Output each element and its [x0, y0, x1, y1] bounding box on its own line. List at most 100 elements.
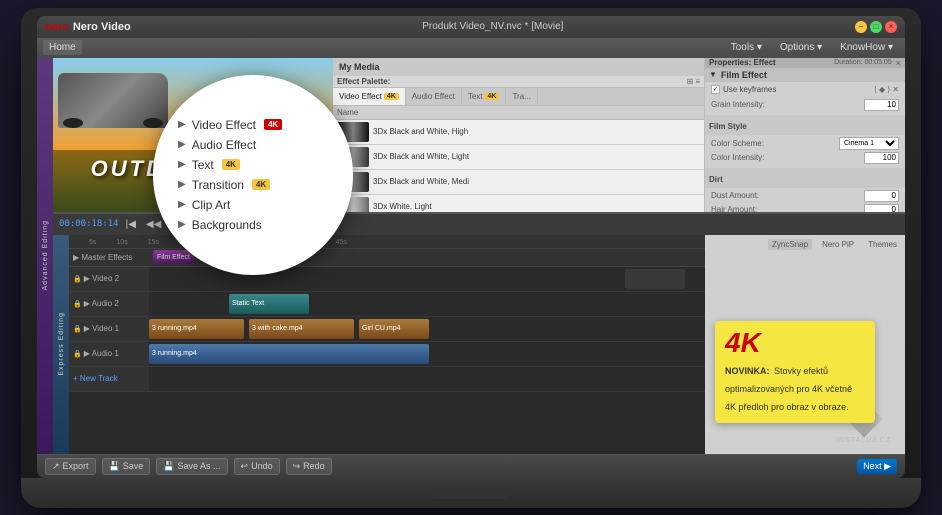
track-video-1: 🔒 ▶ Video 1 3 running.mp4 3 with c	[69, 317, 705, 342]
grain-label: Grain Intensity:	[711, 100, 864, 109]
my-media-panel: My Media Effect Palette: ⊞ ≡	[333, 58, 705, 212]
effect-palette-label: Effect Palette:	[337, 77, 390, 86]
dirt-content: Dust Amount: Hair Amount: Stain Amount:	[705, 188, 905, 212]
dust-label: Dust Amount:	[711, 191, 864, 200]
props-close-icon[interactable]: ×	[896, 58, 901, 68]
play-back-btn[interactable]: ◀◀	[143, 217, 164, 232]
my-media-header: My Media	[333, 58, 704, 76]
circle-menu-transition[interactable]: ▶ Transition 4K	[178, 175, 328, 195]
circle-menu-text[interactable]: ▶ Text 4K	[178, 155, 328, 175]
hair-input[interactable]	[864, 204, 899, 212]
next-button[interactable]: Next ▶	[857, 459, 897, 474]
collapse-icon: ▼	[709, 70, 717, 79]
keyframes-label: Use keyframes	[723, 85, 776, 94]
tab-text[interactable]: Text 4K	[462, 88, 507, 105]
track-video-1-body: 3 running.mp4 3 with cake.mp4 Girl CU.mp…	[149, 317, 705, 341]
color-intensity-input[interactable]	[864, 152, 899, 164]
list-view-icon[interactable]: ≡	[695, 77, 700, 86]
color-scheme-label: Color Scheme:	[711, 139, 839, 148]
minimize-button[interactable]: −	[855, 21, 867, 33]
effect-name-4: 3Dx White, Light	[373, 202, 700, 211]
nero-pip-tab[interactable]: Nero PiP	[818, 239, 858, 250]
circle-menu-clipart[interactable]: ▶ Clip Art	[178, 195, 328, 215]
tracks-container: 🔒 ▶ Video 2	[69, 267, 705, 454]
redo-label: Redo	[303, 461, 325, 471]
clip-cake[interactable]: 3 with cake.mp4	[249, 319, 354, 339]
panel-action-icons: ⊞ ≡	[687, 77, 700, 86]
close-button[interactable]: ×	[885, 21, 897, 33]
express-editing-sidebar: Express Editing	[53, 235, 69, 454]
grain-row: Grain Intensity:	[705, 97, 905, 115]
film-effect-clip[interactable]: Film Effect	[153, 250, 194, 264]
tab-text-label: Text	[468, 92, 483, 101]
track-audio-1-body: 3 running.mp4	[149, 342, 705, 366]
keyframe-btn-4[interactable]: ✕	[892, 85, 899, 94]
app-name: Nero Video	[73, 21, 131, 33]
grid-view-icon[interactable]: ⊞	[687, 77, 694, 86]
maximize-button[interactable]: □	[870, 21, 882, 33]
effect-item-3[interactable]: 3Dx Black and White, Medi	[333, 170, 704, 195]
circle-menu-video-effect[interactable]: ▶ Video Effect 4K	[178, 115, 328, 135]
keyframe-btn-3[interactable]: ⟩	[887, 85, 890, 94]
static-text-clip[interactable]: Static Text	[229, 294, 309, 314]
tab-audio-effect[interactable]: Audio Effect	[406, 88, 462, 105]
track-new: + New Track	[69, 367, 705, 392]
color-scheme-select[interactable]: Cinema 1	[839, 137, 899, 150]
menu-knowhow[interactable]: KnowHow ▾	[834, 40, 899, 55]
lock-icon-v1[interactable]: 🔒	[73, 325, 82, 333]
save-as-button[interactable]: 💾 Save As ...	[156, 458, 227, 475]
menu-home[interactable]: Home	[43, 40, 82, 55]
advanced-editing-label: Advanced Editing	[42, 220, 49, 290]
circle-menu-audio-effect[interactable]: ▶ Audio Effect	[178, 135, 328, 155]
effect-item-1[interactable]: 3Dx Black and White, High	[333, 120, 704, 145]
effect-name-2: 3Dx Black and White, Light	[373, 152, 700, 161]
clip-girlcu[interactable]: Girl CU.mp4	[359, 319, 429, 339]
dust-row: Dust Amount:	[711, 190, 899, 202]
4k-badge-text: 4K	[222, 159, 240, 170]
track-video-2-label: 🔒 ▶ Video 2	[69, 267, 149, 291]
effect-item-4[interactable]: 3Dx White, Light	[333, 195, 704, 212]
tab-transition[interactable]: Tra...	[506, 88, 537, 105]
circle-item-transition-label: Transition	[192, 178, 244, 192]
save-as-icon: 💾	[163, 461, 174, 472]
menu-tools[interactable]: Tools ▾	[725, 40, 768, 55]
track-new-label[interactable]: + New Track	[69, 367, 149, 391]
save-button[interactable]: 💾 Save	[102, 458, 151, 475]
dust-input[interactable]	[864, 190, 899, 202]
lock-icon-v2[interactable]: 🔒	[73, 275, 82, 283]
tab-audio-label: Audio Effect	[412, 92, 455, 101]
undo-button[interactable]: ↩ Undo	[234, 458, 280, 475]
circle-item-text-label: Text	[192, 158, 214, 172]
audio-clip-1[interactable]: 3 running.mp4	[149, 344, 429, 364]
keyframe-btn-2[interactable]: ◆	[879, 85, 885, 94]
effect-item-2[interactable]: 3Dx Black and White, Light	[333, 145, 704, 170]
zyncsmart-tab[interactable]: ZyncSnap	[768, 239, 812, 250]
keyframes-checkbox[interactable]	[711, 85, 720, 94]
track-v1-text: ▶ Video 1	[84, 324, 119, 333]
effect-list-header: Name	[333, 106, 704, 120]
grain-input[interactable]	[864, 99, 899, 111]
tab-transition-label: Tra...	[512, 92, 530, 101]
themes-tab[interactable]: Themes	[864, 239, 901, 250]
dirt-label: Dirt	[709, 175, 723, 184]
lock-icon-a2[interactable]: 🔒	[73, 300, 82, 308]
track-a1-text: ▶ Audio 1	[84, 349, 119, 358]
redo-icon: ↪	[293, 461, 301, 472]
play-start-btn[interactable]: |◀	[123, 217, 139, 232]
keyframe-btn-1[interactable]: ⟨	[874, 85, 877, 94]
circle-menu-backgrounds[interactable]: ▶ Backgrounds	[178, 215, 328, 235]
menu-options[interactable]: Options ▾	[774, 40, 828, 55]
track-new-body	[149, 367, 705, 391]
panels-section: My Media Effect Palette: ⊞ ≡	[333, 58, 905, 212]
master-effects-label: ▶ Master Effects	[73, 253, 153, 262]
tab-video-4k-badge: 4K	[384, 93, 399, 100]
clip-running[interactable]: 3 running.mp4	[149, 319, 244, 339]
tab-video-effect[interactable]: Video Effect 4K	[333, 88, 406, 105]
export-button[interactable]: ↗ Export	[45, 458, 96, 475]
track-video-1-label: 🔒 ▶ Video 1	[69, 317, 149, 341]
bottom-toolbar: ↗ Export 💾 Save 💾 Save As ... ↩ Undo ↪	[37, 454, 905, 478]
tab-video-label: Video Effect	[339, 92, 382, 101]
trackpad[interactable]	[431, 487, 511, 499]
lock-icon-a1[interactable]: 🔒	[73, 350, 82, 358]
redo-button[interactable]: ↪ Redo	[286, 458, 332, 475]
